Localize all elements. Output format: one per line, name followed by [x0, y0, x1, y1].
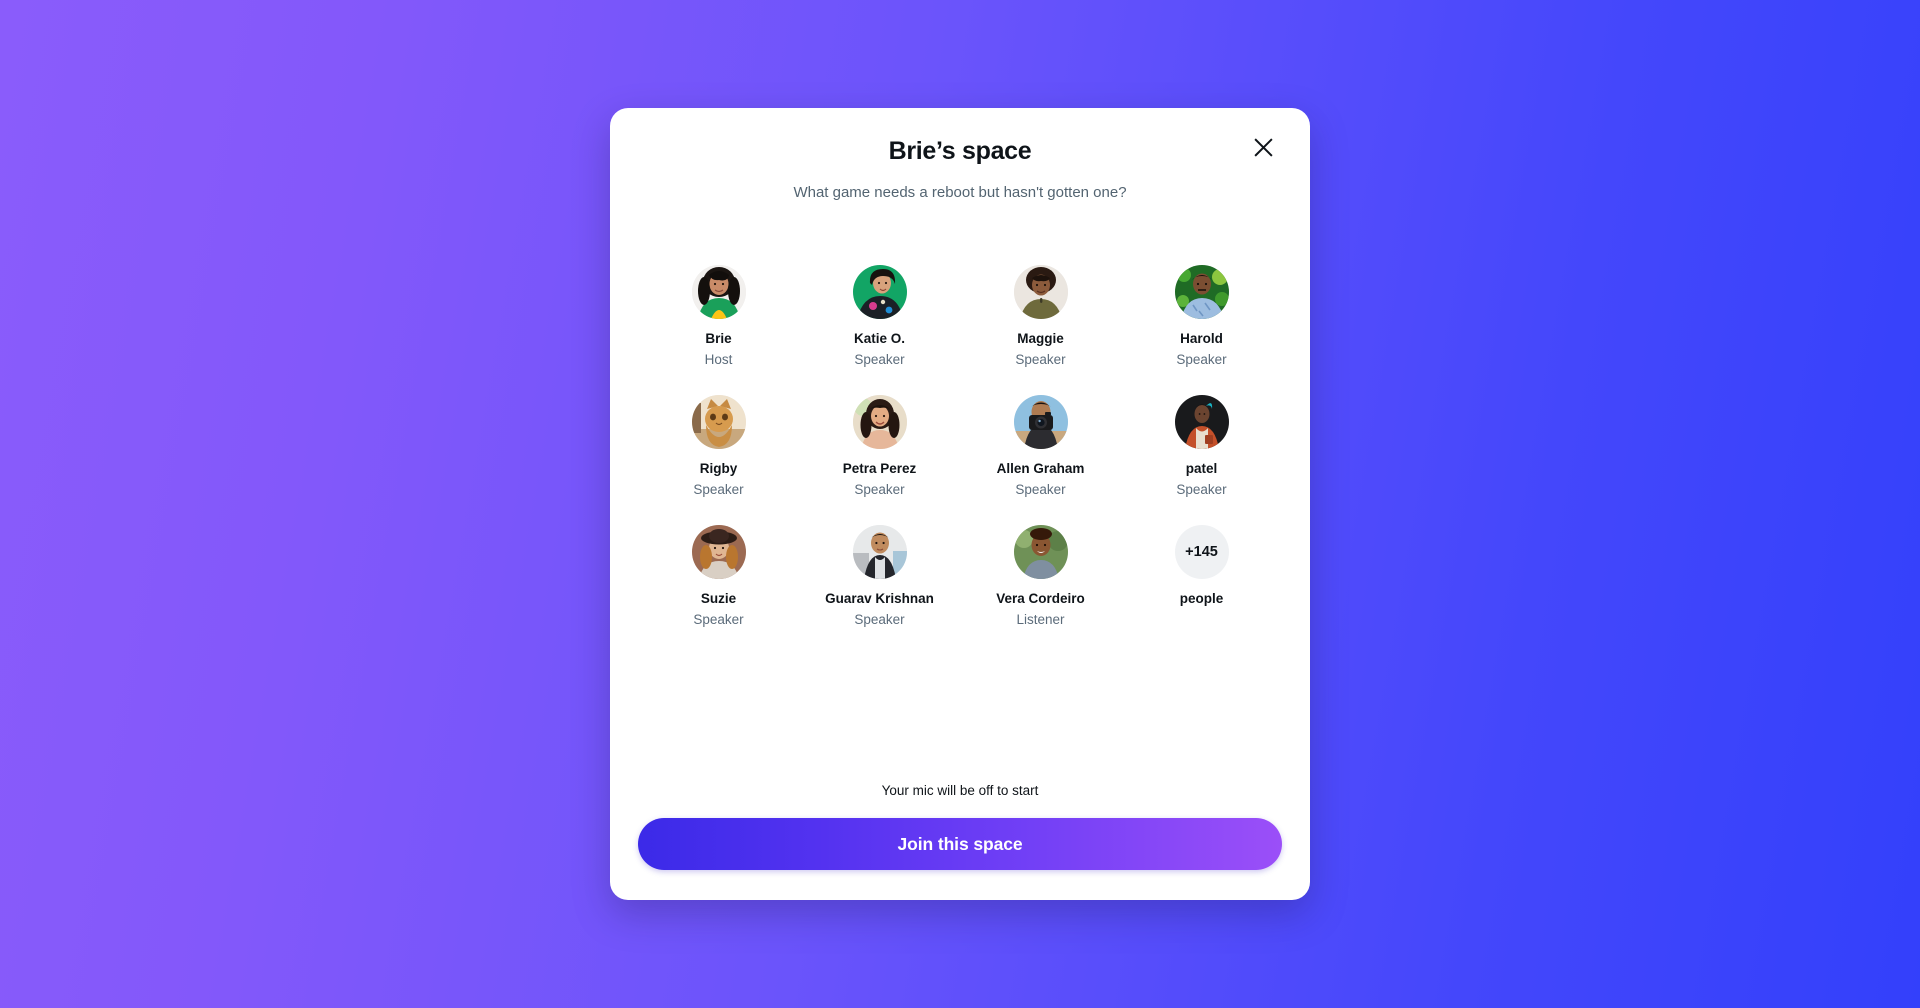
participant-petra-perez[interactable]: Petra Perez Speaker	[799, 395, 960, 498]
participant-overflow[interactable]: +145 people	[1121, 525, 1282, 628]
participant-role: Speaker	[1015, 482, 1066, 497]
participant-role: Speaker	[1015, 352, 1066, 367]
participant-name: Vera Cordeiro	[996, 591, 1085, 606]
participant-role: Speaker	[854, 352, 905, 367]
participant-role: Speaker	[854, 612, 905, 627]
participant-name: patel	[1185, 461, 1218, 476]
participant-guarav-krishnan[interactable]: Guarav Krishnan Speaker	[799, 525, 960, 628]
participant-harold[interactable]: Harold Speaker	[1121, 265, 1282, 368]
participant-name: Suzie	[700, 591, 737, 606]
participant-name: Harold	[1180, 331, 1223, 346]
avatar	[1174, 395, 1229, 449]
participant-role: Speaker	[693, 482, 744, 497]
participant-name: Katie O.	[853, 331, 905, 346]
avatar	[691, 525, 746, 579]
participant-role: Speaker	[854, 482, 905, 497]
avatar	[1174, 265, 1229, 319]
participant-role: Speaker	[693, 612, 744, 627]
space-topic: What game needs a reboot but hasn't gott…	[793, 184, 1127, 201]
overflow-label: people	[1179, 591, 1224, 606]
participants-grid: Brie Host Katie O. Speaker Maggie Speake…	[638, 265, 1282, 628]
participant-name: Maggie	[1017, 331, 1064, 346]
avatar	[1013, 265, 1068, 319]
participant-role: Listener	[1016, 612, 1065, 627]
overflow-count: +145	[1174, 525, 1229, 579]
participant-maggie[interactable]: Maggie Speaker	[960, 265, 1121, 368]
avatar	[852, 525, 907, 579]
modal-header: Brie’s space What game needs a reboot bu…	[638, 108, 1282, 203]
space-join-modal: Brie’s space What game needs a reboot bu…	[610, 108, 1310, 900]
participant-suzie[interactable]: Suzie Speaker	[638, 525, 799, 628]
participant-name: Guarav Krishnan	[825, 591, 934, 606]
avatar	[852, 265, 907, 319]
modal-footer: Your mic will be off to start Join this …	[638, 782, 1282, 900]
avatar	[1013, 525, 1068, 579]
participant-name: Brie	[705, 331, 732, 346]
participant-patel[interactable]: patel Speaker	[1121, 395, 1282, 498]
participant-role: Host	[704, 352, 733, 367]
mic-status-note: Your mic will be off to start	[881, 783, 1039, 798]
participants-area: Brie Host Katie O. Speaker Maggie Speake…	[638, 203, 1282, 782]
page-title: Brie’s space	[888, 137, 1032, 165]
avatar	[691, 395, 746, 449]
participant-katie-o[interactable]: Katie O. Speaker	[799, 265, 960, 368]
join-space-button[interactable]: Join this space	[638, 818, 1282, 870]
participant-role: Speaker	[1176, 482, 1227, 497]
participant-brie[interactable]: Brie Host	[638, 265, 799, 368]
participant-role: Speaker	[1176, 352, 1227, 367]
participant-name: Rigby	[699, 461, 738, 476]
avatar	[852, 395, 907, 449]
close-icon	[1252, 136, 1275, 162]
participant-vera-cordeiro[interactable]: Vera Cordeiro Listener	[960, 525, 1121, 628]
close-button[interactable]	[1246, 132, 1280, 166]
participant-name: Petra Perez	[842, 461, 917, 476]
participant-name: Allen Graham	[996, 461, 1085, 476]
participant-allen-graham[interactable]: Allen Graham Speaker	[960, 395, 1121, 498]
participant-rigby[interactable]: Rigby Speaker	[638, 395, 799, 498]
avatar	[691, 265, 746, 319]
avatar	[1013, 395, 1068, 449]
